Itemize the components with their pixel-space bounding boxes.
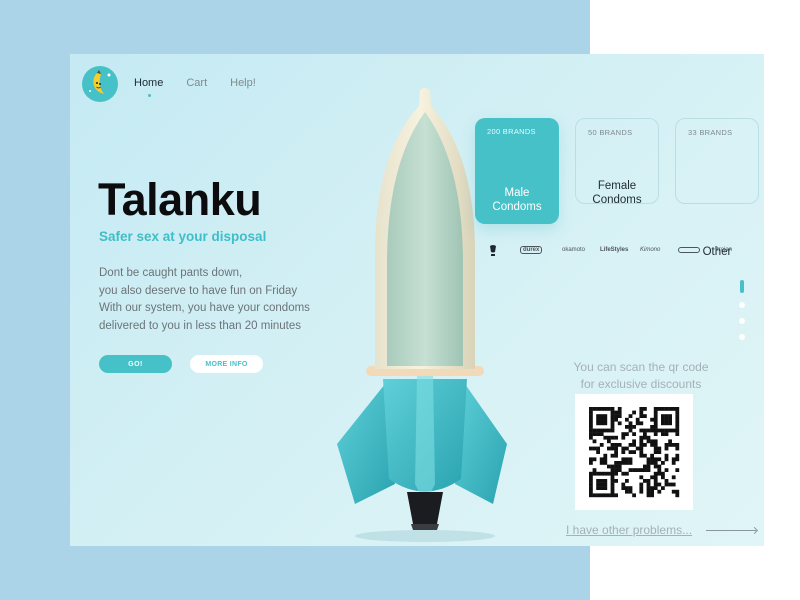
brand-logo: durex [520, 246, 543, 254]
other-problems-link[interactable]: I have other problems... [566, 523, 692, 537]
main-nav: Home Cart Help! [134, 77, 279, 97]
description-line: With our system, you have your condoms [99, 302, 310, 314]
brand-logo: LifeStyles [600, 247, 629, 253]
carousel-dot[interactable] [739, 318, 745, 324]
go-button[interactable]: GO! [99, 355, 172, 373]
category-label-line: Condoms [592, 194, 642, 206]
brand-emblem-icon [678, 247, 700, 253]
banana-logo-icon[interactable] [82, 66, 118, 102]
category-male-condoms[interactable]: 200 BRANDS Male Condoms [475, 118, 559, 224]
category-label: Male Condoms [475, 186, 559, 214]
brand-emblem-icon [490, 245, 496, 256]
qr-code[interactable] [575, 394, 693, 510]
description-line: you also deserve to have fun on Friday [99, 284, 298, 297]
more-info-button[interactable]: MORE INFO [190, 355, 263, 373]
carousel-dot[interactable] [739, 302, 745, 308]
landing-card: Home Cart Help! Talanku Safer sex at you… [70, 54, 764, 546]
brand-logo: trojan [717, 247, 733, 253]
description-line: Dont be caught pants down, [99, 267, 243, 279]
arrow-right-icon[interactable] [706, 530, 756, 531]
category-label: Female Condoms [576, 179, 658, 207]
qr-caption-line: You can scan the qr code [573, 360, 709, 374]
brand-logo: okamoto [562, 247, 586, 253]
qr-caption: You can scan the qr code for exclusive d… [556, 359, 726, 393]
description-line: delivered to you in less than 20 minutes [99, 319, 302, 332]
category-label-line: Male [504, 187, 530, 199]
category-female-condoms[interactable]: 50 BRANDS Female Condoms [575, 118, 659, 207]
brand-count: 50 BRANDS [588, 128, 633, 137]
brand-logo: Kimono [640, 247, 661, 253]
nav-cart[interactable]: Cart [186, 77, 207, 89]
carousel-dot[interactable] [739, 334, 745, 340]
page-title: Talanku [98, 174, 262, 225]
brand-count: 33 BRANDS [688, 128, 733, 137]
nav-help[interactable]: Help! [230, 77, 256, 89]
hero-description: Dont be caught pants down, you also dese… [99, 265, 359, 335]
category-other[interactable]: 33 BRANDS Other [675, 118, 759, 258]
carousel-dot[interactable] [740, 280, 744, 293]
nav-home[interactable]: Home [134, 77, 163, 97]
tagline: Safer sex at your disposal [99, 229, 267, 244]
category-label-line: Condoms [492, 201, 542, 213]
qr-caption-line: for exclusive discounts [580, 377, 702, 391]
brand-count: 200 BRANDS [487, 127, 536, 136]
category-label-line: Female [597, 180, 637, 192]
